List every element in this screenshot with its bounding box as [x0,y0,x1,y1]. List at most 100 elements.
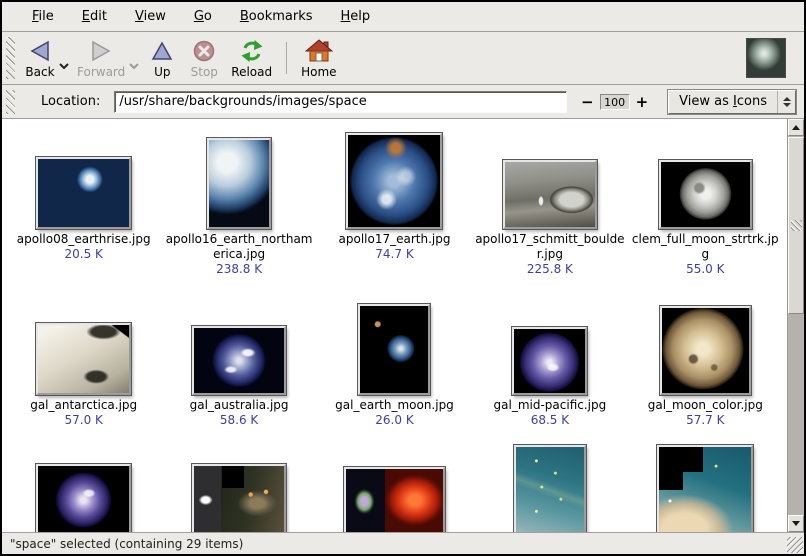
file-thumbnail[interactable] [657,445,753,532]
file-name: apollo17_earth.jpg [339,232,451,247]
status-bar: "space" selected (containing 29 items) [2,533,804,554]
file-thumbnail[interactable] [192,464,286,532]
file-size: 20.5 K [64,247,102,262]
file-name: clem_full_moon_strtrk.jpg [630,232,780,262]
file-item-gal-earth-moon[interactable]: gal_earth_moon.jpg 26.0 K [317,293,472,428]
scroll-up-button[interactable] [788,119,804,136]
file-item-gal-moon-color[interactable]: gal_moon_color.jpg 57.7 K [628,293,783,428]
zoom-controls: − 100 + [579,93,650,111]
zoom-in-button[interactable]: + [634,93,651,111]
file-name: apollo17_schmitt_boulder.jpg [475,232,625,262]
location-label: Location: [41,94,100,109]
status-text: "space" selected (containing 29 items) [10,537,243,551]
resize-grip[interactable] [787,537,803,553]
scroll-down-button[interactable] [788,515,804,532]
file-manager-window: File Edit View Go Bookmarks Help Back Fo… [0,0,806,556]
file-item-apollo17-earth[interactable]: apollo17_earth.jpg 74.7 K [317,127,472,277]
file-size: 68.5 K [531,413,569,428]
file-name: gal_antarctica.jpg [30,398,137,413]
file-thumbnail[interactable] [192,326,286,395]
location-input[interactable] [114,91,567,113]
scrollbar-thumb[interactable] [788,137,804,314]
file-size: 26.0 K [375,413,413,428]
file-item[interactable] [161,434,316,532]
scrollbar-trough[interactable] [788,315,804,515]
home-icon [305,38,333,64]
file-name: gal_earth_moon.jpg [335,398,454,413]
file-item[interactable] [6,434,161,532]
vertical-scrollbar[interactable] [787,119,804,532]
file-size: 225.8 K [527,262,573,277]
view-as-dropdown[interactable]: View as Icons [668,90,796,114]
toolbar-separator [286,42,287,74]
reload-icon [239,38,265,64]
file-thumbnail[interactable] [512,327,587,395]
toolbar: Back Forward Up [2,32,804,85]
file-item-apollo17-schmitt[interactable]: apollo17_schmitt_boulder.jpg 225.8 K [472,127,627,277]
file-thumbnail[interactable] [503,160,597,229]
file-size: 57.7 K [686,413,724,428]
menu-bar: File Edit View Go Bookmarks Help [2,2,804,32]
menu-view[interactable]: View [123,5,178,28]
file-row [6,434,783,532]
stop-icon [192,38,216,64]
file-thumbnail[interactable] [36,157,131,229]
back-icon [28,38,52,64]
menu-bookmarks[interactable]: Bookmarks [228,5,325,28]
file-thumbnail[interactable] [344,467,445,532]
file-item-apollo08-earthrise[interactable]: apollo08_earthrise.jpg 20.5 K [6,127,161,277]
file-item[interactable] [317,434,472,532]
icon-view[interactable]: apollo08_earthrise.jpg 20.5 K apollo16_e… [2,119,787,532]
file-name: gal_australia.jpg [190,398,289,413]
up-button[interactable]: Up [141,36,183,81]
menu-file[interactable]: File [20,5,66,28]
scroll-up-icon [792,125,800,130]
toolbar-drag-handle[interactable] [6,37,15,79]
file-item-clem-full-moon[interactable]: clem_full_moon_strtrk.jpg 55.0 K [628,127,783,277]
location-bar-drag-handle[interactable] [6,90,15,114]
file-item[interactable] [472,434,627,532]
file-name: gal_moon_color.jpg [648,398,763,413]
file-thumbnail[interactable] [660,306,751,395]
file-row: apollo08_earthrise.jpg 20.5 K apollo16_e… [6,127,783,277]
menu-edit[interactable]: Edit [70,5,119,28]
back-button[interactable]: Back [19,36,61,81]
scroll-down-icon [792,521,800,526]
file-thumbnail[interactable] [358,304,430,395]
file-thumbnail[interactable] [346,133,442,229]
file-size: 57.0 K [64,413,102,428]
forward-icon [89,38,113,64]
zoom-level: 100 [600,94,630,110]
file-thumbnail[interactable] [207,138,271,229]
file-size: 55.0 K [686,262,724,277]
file-thumbnail[interactable] [36,323,131,395]
zoom-out-button[interactable]: − [579,93,596,111]
back-history-dropdown[interactable] [59,59,69,74]
file-item-gal-mid-pacific[interactable]: gal_mid-pacific.jpg 68.5 K [472,293,627,428]
file-thumbnail[interactable] [36,464,131,532]
home-button[interactable]: Home [295,36,342,81]
forward-history-dropdown [129,59,139,74]
up-icon [150,38,174,64]
file-name: apollo16_earth_northamerica.jpg [164,232,314,262]
view-as-label: View as Icons [669,91,777,113]
forward-button: Forward [71,36,131,81]
file-item[interactable] [628,434,783,532]
file-size: 238.8 K [216,262,262,277]
reload-button[interactable]: Reload [225,36,278,81]
scrollbar-grip-icon [791,220,802,231]
throbber-globe-icon [746,38,786,78]
file-size: 58.6 K [220,413,258,428]
file-name: apollo08_earthrise.jpg [17,232,151,247]
menu-help[interactable]: Help [329,5,383,28]
file-row: gal_antarctica.jpg 57.0 K gal_australia.… [6,293,783,428]
file-size: 74.7 K [375,247,413,262]
file-item-gal-australia[interactable]: gal_australia.jpg 58.6 K [161,293,316,428]
menu-go[interactable]: Go [182,5,224,28]
file-item-gal-antarctica[interactable]: gal_antarctica.jpg 57.0 K [6,293,161,428]
file-item-apollo16-earth[interactable]: apollo16_earth_northamerica.jpg 238.8 K [161,127,316,277]
file-thumbnail[interactable] [514,445,586,532]
stop-button: Stop [183,36,225,81]
file-thumbnail[interactable] [659,160,752,229]
file-name: gal_mid-pacific.jpg [494,398,607,413]
